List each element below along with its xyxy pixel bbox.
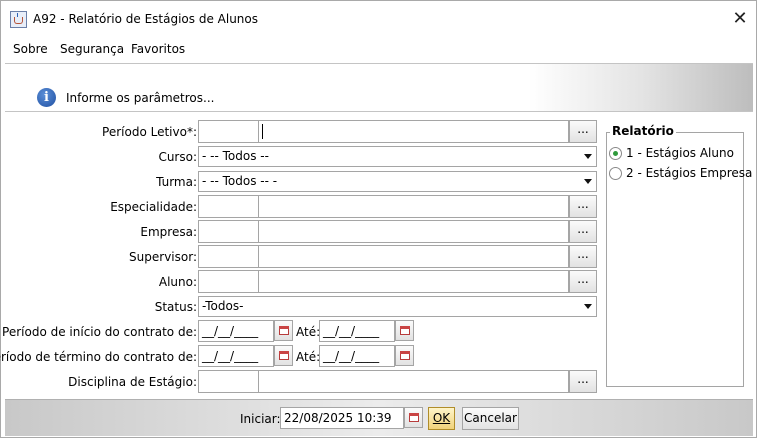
footer-bar: Iniciar: 22/08/2025 10:39 OK Cancelar xyxy=(5,399,753,436)
radio-estagios-empresa-label[interactable]: 2 - Estágios Empresa xyxy=(626,166,752,180)
supervisor-label: Supervisor: xyxy=(129,250,197,264)
turma-value: - -- Todos -- - xyxy=(202,174,278,188)
disciplina-desc-field[interactable] xyxy=(258,370,569,393)
inicio-contrato-from-field[interactable]: __/__/____ xyxy=(198,320,274,342)
periodo-letivo-lookup-button[interactable]: ... xyxy=(569,120,597,143)
disciplina-label: Disciplina de Estágio: xyxy=(68,375,197,389)
termino-contrato-to-calendar-button[interactable] xyxy=(395,345,414,366)
curso-label: Curso: xyxy=(158,150,197,164)
parameters-form: Período Letivo*: ... Curso: - -- Todos -… xyxy=(0,113,753,399)
termino-contrato-from-field[interactable]: __/__/____ xyxy=(198,345,274,367)
termino-contrato-label: Período de término do contrato de: xyxy=(0,350,197,364)
calendar-icon xyxy=(279,351,289,360)
relatorio-title: Relatório xyxy=(610,124,676,138)
window-title: A92 - Relatório de Estágios de Alunos xyxy=(33,12,259,26)
empresa-lookup-button[interactable]: ... xyxy=(569,220,597,243)
status-value: -Todos- xyxy=(202,299,244,313)
curso-value: - -- Todos -- xyxy=(202,149,269,163)
info-icon: i xyxy=(37,88,56,107)
supervisor-desc-field[interactable] xyxy=(258,245,569,268)
especialidade-lookup-button[interactable]: ... xyxy=(569,195,597,218)
header-panel: i Informe os parâmetros... xyxy=(5,63,753,112)
cancel-button[interactable]: Cancelar xyxy=(462,407,519,430)
iniciar-datetime-field[interactable]: 22/08/2025 10:39 xyxy=(280,407,404,429)
empresa-code-field[interactable] xyxy=(198,220,259,243)
chevron-down-icon xyxy=(584,179,592,184)
title-bar: A92 - Relatório de Estágios de Alunos ✕ xyxy=(1,1,756,37)
turma-label: Turma: xyxy=(156,175,197,189)
radio-estagios-aluno-label[interactable]: 1 - Estágios Aluno xyxy=(626,146,734,160)
chevron-down-icon xyxy=(584,304,592,309)
calendar-icon xyxy=(409,413,419,422)
text-cursor xyxy=(262,124,263,139)
turma-select[interactable]: - -- Todos -- - xyxy=(198,171,597,192)
aluno-code-field[interactable] xyxy=(198,270,259,293)
java-app-icon xyxy=(10,11,27,28)
supervisor-lookup-button[interactable]: ... xyxy=(569,245,597,268)
calendar-icon xyxy=(400,351,410,360)
iniciar-calendar-button[interactable] xyxy=(404,407,423,428)
periodo-letivo-code-field[interactable] xyxy=(198,120,259,143)
termino-contrato-ate-label: Até: xyxy=(296,350,321,364)
aluno-desc-field[interactable] xyxy=(258,270,569,293)
cancel-button-label: Cancelar xyxy=(464,411,517,425)
menu-seguranca[interactable]: Segurança xyxy=(60,42,124,56)
inicio-contrato-label: Período de início do contrato de: xyxy=(2,325,197,339)
calendar-icon xyxy=(400,326,410,335)
radio-estagios-aluno[interactable] xyxy=(609,147,622,160)
radio-estagios-empresa[interactable] xyxy=(609,167,622,180)
app-window: A92 - Relatório de Estágios de Alunos ✕ … xyxy=(0,0,757,438)
info-message: Informe os parâmetros... xyxy=(66,91,215,105)
especialidade-desc-field[interactable] xyxy=(258,195,569,218)
menu-bar: Sobre Segurança Favoritos xyxy=(5,37,753,62)
inicio-contrato-to-field[interactable]: __/__/____ xyxy=(319,320,395,342)
close-icon[interactable]: ✕ xyxy=(724,5,756,33)
ok-button[interactable]: OK xyxy=(428,407,455,430)
ok-button-label: OK xyxy=(432,411,451,425)
menu-favoritos[interactable]: Favoritos xyxy=(131,42,185,56)
empresa-label: Empresa: xyxy=(140,225,197,239)
supervisor-code-field[interactable] xyxy=(198,245,259,268)
chevron-down-icon xyxy=(584,154,592,159)
especialidade-label: Especialidade: xyxy=(110,200,197,214)
disciplina-lookup-button[interactable]: ... xyxy=(569,370,597,393)
status-select[interactable]: -Todos- xyxy=(198,296,597,317)
termino-contrato-to-field[interactable]: __/__/____ xyxy=(319,345,395,367)
status-label: Status: xyxy=(154,300,197,314)
termino-contrato-from-calendar-button[interactable] xyxy=(274,345,293,366)
especialidade-code-field[interactable] xyxy=(198,195,259,218)
curso-select[interactable]: - -- Todos -- xyxy=(198,146,597,167)
inicio-contrato-ate-label: Até: xyxy=(296,325,321,339)
aluno-label: Aluno: xyxy=(158,275,197,289)
iniciar-label: Iniciar: xyxy=(240,412,281,426)
inicio-contrato-from-calendar-button[interactable] xyxy=(274,320,293,341)
empresa-desc-field[interactable] xyxy=(258,220,569,243)
inicio-contrato-to-calendar-button[interactable] xyxy=(395,320,414,341)
menu-sobre[interactable]: Sobre xyxy=(13,42,48,56)
disciplina-code-field[interactable] xyxy=(198,370,259,393)
calendar-icon xyxy=(279,326,289,335)
periodo-letivo-desc-field[interactable] xyxy=(258,120,569,143)
aluno-lookup-button[interactable]: ... xyxy=(569,270,597,293)
periodo-letivo-label: Período Letivo*: xyxy=(102,125,197,139)
